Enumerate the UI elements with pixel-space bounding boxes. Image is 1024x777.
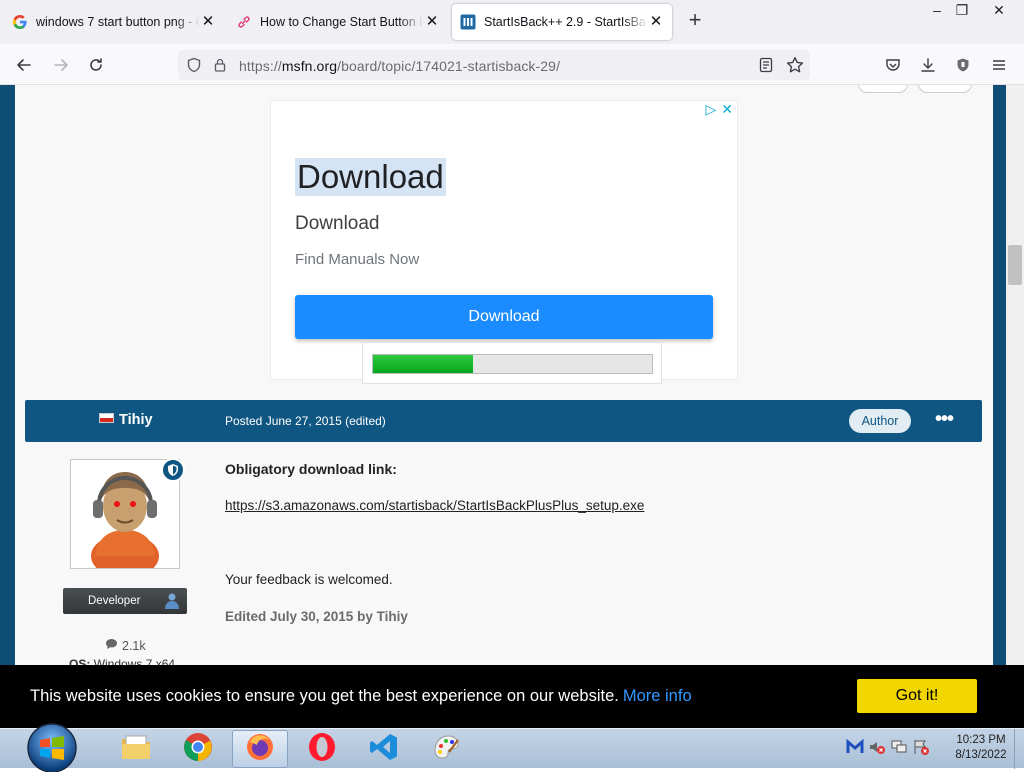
taskbar-chrome[interactable] [170,730,226,768]
action-center-flag-icon[interactable] [912,738,930,761]
close-tab-icon[interactable]: ✕ [648,14,664,30]
back-button[interactable] [11,52,37,78]
explorer-icon [120,733,152,766]
tab-google-search[interactable]: windows 7 start button png - Go ✕ [4,4,224,40]
tab-change-start-button[interactable]: How to Change Start Button Icon ✕ [228,4,448,40]
paint-icon [431,732,461,767]
cookie-message: This website uses cookies to ensure you … [30,687,692,705]
tracking-protection-shield-icon[interactable] [186,57,202,78]
scrollbar[interactable] [1006,85,1024,728]
advertisement[interactable]: ▷ ✕ Download Download Find Manuals Now D… [270,100,738,380]
navigation-toolbar: https://msfn.org/board/topic/174021-star… [0,44,1024,85]
developer-person-icon [163,592,181,620]
progress-track [372,354,653,374]
reload-button[interactable] [83,52,109,78]
taskbar-explorer[interactable] [108,730,164,768]
windows-taskbar: 10:23 PM 8/13/2022 [0,723,1024,773]
firefox-icon [245,732,275,767]
partial-button[interactable] [918,85,972,93]
post-body-heading: Obligatory download link: [225,461,397,477]
network-icon[interactable] [890,738,908,761]
scrollbar-thumb[interactable] [1008,245,1022,285]
cookie-accept-button[interactable]: Got it! [857,679,977,713]
extension-icon[interactable] [950,52,976,78]
post-count: 2.1k [105,638,146,653]
partial-button[interactable] [858,85,908,93]
taskbar-opera[interactable] [294,730,350,768]
menu-hamburger-icon[interactable] [986,52,1012,78]
start-button[interactable] [20,718,84,773]
chrome-icon [183,732,213,767]
system-tray [846,738,930,761]
close-tab-icon[interactable]: ✕ [424,14,440,30]
reader-view-icon[interactable] [758,57,774,78]
moderator-shield-icon [161,458,185,482]
web-page: ▷ ✕ Download Download Find Manuals Now D… [0,85,1024,728]
tab-startisback[interactable]: StartIsBack++ 2.9 - StartIsBack+ ✕ [452,4,672,40]
browser-tab-bar: windows 7 start button png - Go ✕ How to… [0,0,1024,44]
progress-fill [373,355,474,373]
comment-icon [105,638,118,653]
role-badge: Developer [63,588,187,614]
ad-choices-icon[interactable]: ▷ [705,101,716,118]
close-window-icon[interactable]: ✕ [982,0,1016,22]
taskbar-firefox[interactable] [232,730,288,768]
russia-flag-icon [99,413,114,423]
forward-button[interactable] [48,52,74,78]
address-bar[interactable]: https://msfn.org/board/topic/174021-star… [178,50,810,80]
downloads-icon[interactable] [915,52,941,78]
ad-download-button[interactable]: Download [295,295,713,339]
url-text[interactable]: https://msfn.org/board/topic/174021-star… [239,58,560,74]
volume-muted-icon[interactable] [868,738,886,761]
ad-description: Find Manuals Now [295,251,420,268]
post-options-icon[interactable]: ••• [935,408,954,431]
msfn-icon [460,14,476,30]
vscode-icon [369,732,399,767]
ad-choices[interactable]: ▷ ✕ [705,101,733,118]
pocket-icon[interactable] [880,52,906,78]
bookmark-star-icon[interactable] [786,56,804,79]
google-g-icon [12,14,28,30]
show-desktop-button[interactable] [1014,729,1024,769]
malwarebytes-icon[interactable] [846,738,864,761]
ad-close-icon[interactable]: ✕ [721,101,733,118]
close-tab-icon[interactable]: ✕ [200,14,216,30]
edited-note: Edited July 30, 2015 by Tihiy [225,609,408,624]
restore-icon[interactable]: ❐ [945,0,979,22]
post-body-text: Your feedback is welcomed. [225,572,393,587]
post-header: Tihiy Posted June 27, 2015 (edited) Auth… [25,400,982,442]
ad-headline[interactable]: Download [295,158,446,196]
download-link[interactable]: https://s3.amazonaws.com/startisback/Sta… [225,498,644,513]
post-author[interactable]: Tihiy [99,412,153,428]
ad-subhead: Download [295,213,380,234]
ad-progress-box [362,342,662,384]
lock-icon[interactable] [212,57,228,78]
post-date[interactable]: Posted June 27, 2015 (edited) [225,414,386,428]
more-info-link[interactable]: More info [623,687,692,705]
link-icon [236,14,252,30]
taskbar-vscode[interactable] [356,730,412,768]
system-clock[interactable]: 10:23 PM 8/13/2022 [948,733,1014,763]
new-tab-button[interactable]: + [684,9,706,32]
opera-icon [307,732,337,767]
taskbar-paint[interactable] [418,730,474,768]
cookie-banner: This website uses cookies to ensure you … [0,665,1024,728]
author-badge: Author [849,409,911,433]
